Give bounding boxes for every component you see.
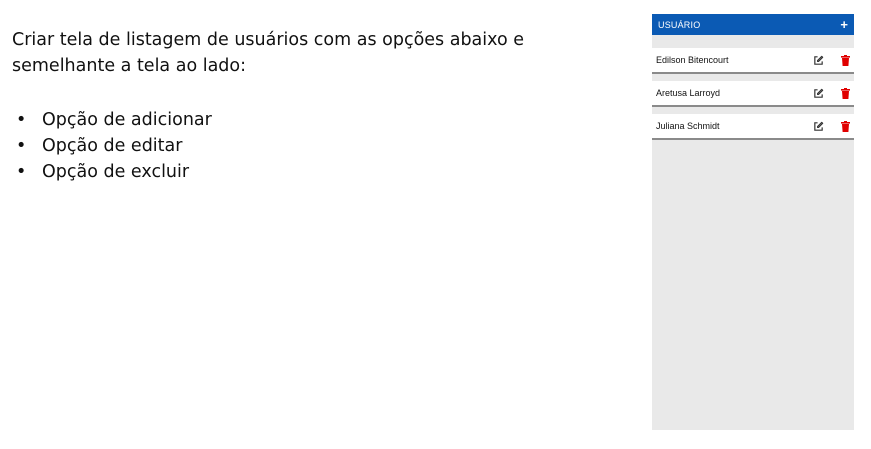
edit-icon[interactable] [812, 87, 824, 99]
trash-icon[interactable] [840, 54, 850, 66]
edit-icon[interactable] [812, 54, 824, 66]
user-name: Aretusa Larroyd [656, 88, 721, 98]
instructions: Criar tela de listagem de usuários com a… [12, 27, 612, 185]
option-item-delete: • Opção de excluir [12, 159, 612, 185]
option-label: Opção de excluir [42, 162, 190, 182]
option-label: Opção de adicionar [42, 110, 212, 130]
user-list: Edilson Bitencourt Aretusa Larroyd Julia… [652, 35, 854, 140]
description-line-2: semelhante a tela ao lado: [12, 56, 247, 76]
bullet: • [16, 110, 27, 130]
user-list-mockup: USUÁRIO + Edilson Bitencourt Aretusa Lar… [652, 14, 854, 430]
app-header: USUÁRIO + [652, 14, 854, 35]
header-title: USUÁRIO [658, 19, 701, 30]
option-item-edit: • Opção de editar [12, 133, 612, 159]
bullet: • [16, 136, 27, 156]
trash-icon[interactable] [840, 120, 850, 132]
user-row[interactable]: Aretusa Larroyd [652, 81, 854, 107]
option-label: Opção de editar [42, 136, 183, 156]
description-line-1: Criar tela de listagem de usuários com a… [12, 30, 524, 50]
option-item-add: • Opção de adicionar [12, 107, 612, 133]
trash-icon[interactable] [840, 87, 850, 99]
user-row[interactable]: Juliana Schmidt [652, 114, 854, 140]
edit-icon[interactable] [812, 120, 824, 132]
user-row[interactable]: Edilson Bitencourt [652, 48, 854, 74]
bullet: • [16, 162, 27, 182]
add-user-button[interactable]: + [840, 18, 848, 31]
options-list: • Opção de adicionar • Opção de editar •… [12, 107, 612, 185]
user-name: Edilson Bitencourt [656, 55, 729, 65]
user-name: Juliana Schmidt [656, 121, 720, 131]
